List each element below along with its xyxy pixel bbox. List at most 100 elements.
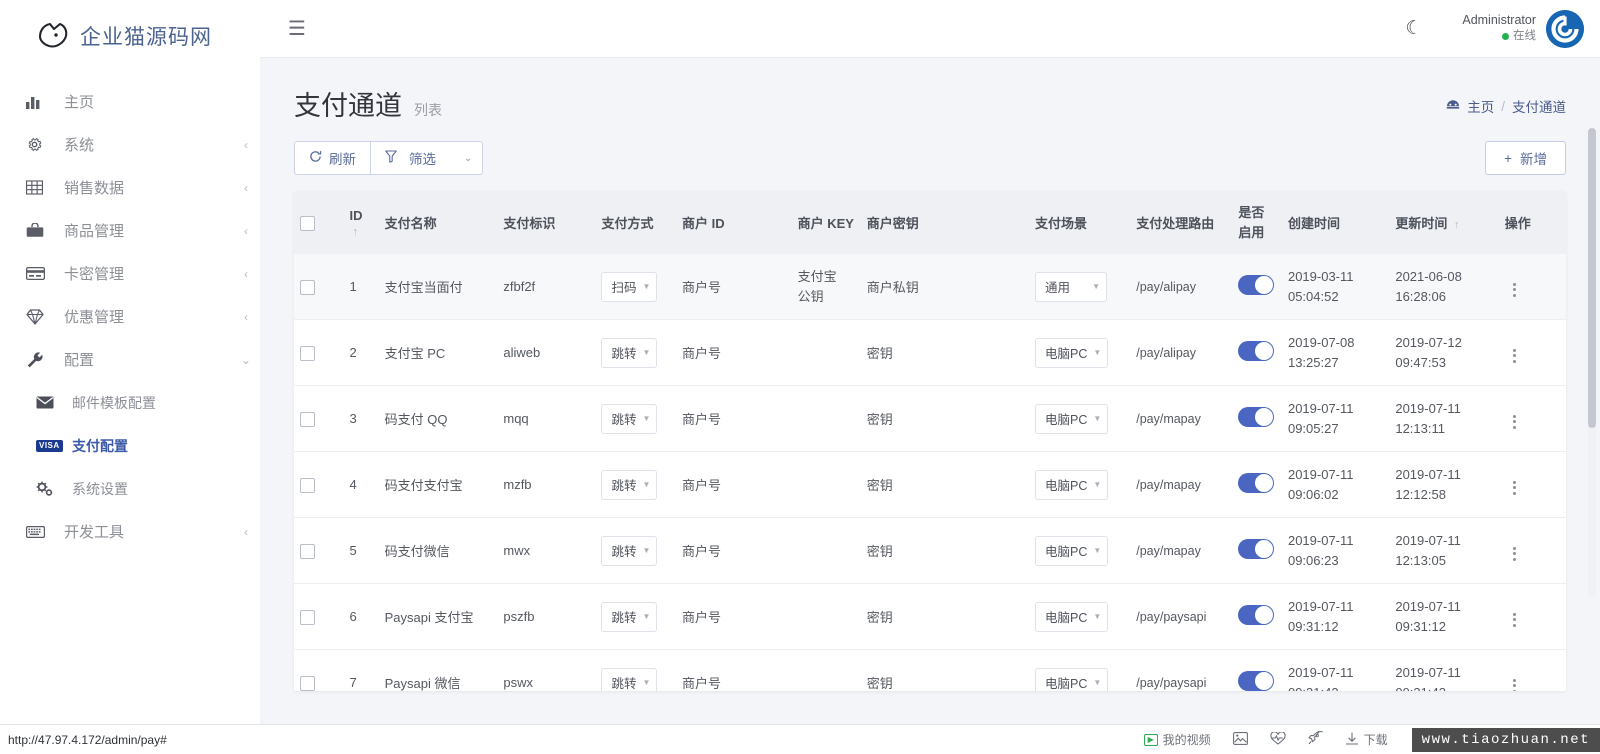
- table-row[interactable]: 2 支付宝 PC aliweb 跳转 ▼ 商户号 密钥 电脑PC ▼ /pay/al…: [294, 319, 1566, 386]
- select-all-checkbox[interactable]: [300, 215, 315, 231]
- page-scrollbar-thumb[interactable]: [1588, 128, 1596, 428]
- scene-select[interactable]: 电脑PC ▼: [1035, 403, 1109, 434]
- scene-select[interactable]: 电脑PC ▼: [1035, 469, 1109, 500]
- sidebar-item-home[interactable]: 主页: [0, 80, 260, 123]
- col-code[interactable]: 支付标识: [497, 191, 596, 254]
- method-select[interactable]: 跳转 ▼: [601, 601, 658, 632]
- moon-icon[interactable]: ☾: [1405, 17, 1422, 40]
- row-checkbox[interactable]: [300, 477, 315, 493]
- table-row[interactable]: 6 Paysapi 支付宝 pszfb 跳转 ▼ 商户号 密钥 电脑PC ▼ /pa…: [294, 583, 1566, 650]
- table-row[interactable]: 3 码支付 QQ mqq 跳转 ▼ 商户号 密钥 电脑PC ▼ /pay/mapay…: [294, 385, 1566, 452]
- tray-item-heartbeat[interactable]: [1270, 730, 1286, 748]
- row-checkbox[interactable]: [300, 609, 315, 625]
- col-merchant-id[interactable]: 商户 ID: [675, 191, 792, 254]
- sidebar-item-config[interactable]: 配置 ⌄: [0, 338, 260, 381]
- enabled-toggle[interactable]: [1238, 341, 1275, 361]
- brand[interactable]: 企业猫源码网: [0, 0, 260, 72]
- table-grid-icon: [26, 180, 52, 195]
- table-row[interactable]: 5 码支付微信 mwx 跳转 ▼ 商户号 密钥 电脑PC ▼ /pay/mapay …: [294, 517, 1566, 584]
- row-actions-menu-icon[interactable]: [1505, 280, 1524, 300]
- col-merchant-secret[interactable]: 商户密钥: [860, 191, 1030, 254]
- row-actions-menu-icon[interactable]: [1505, 676, 1524, 691]
- col-enabled[interactable]: 是否 启用: [1232, 191, 1282, 254]
- col-route[interactable]: 支付处理路由: [1130, 191, 1233, 254]
- sidebar-item-goods[interactable]: 商品管理 ‹: [0, 209, 260, 252]
- hamburger-icon[interactable]: ☰: [282, 15, 312, 43]
- breadcrumb-current[interactable]: 支付通道: [1512, 96, 1566, 116]
- tray-item-download[interactable]: 下载: [1345, 731, 1388, 748]
- row-actions-menu-icon[interactable]: [1505, 346, 1524, 366]
- sidebar-item-label: 配置: [64, 352, 95, 369]
- row-actions-menu-icon[interactable]: [1505, 412, 1524, 432]
- col-method[interactable]: 支付方式: [595, 191, 676, 254]
- sidebar-item-email-template[interactable]: 邮件模板配置: [0, 381, 260, 424]
- sidebar-item-pay-config[interactable]: VISA 支付配置: [0, 424, 260, 467]
- cell-updated: 2019-07-12 09:47:53: [1389, 319, 1499, 386]
- enabled-toggle[interactable]: [1238, 473, 1275, 493]
- cell-merchant-secret: 密钥: [860, 319, 1030, 386]
- sidebar-item-system[interactable]: 系统 ‹: [0, 123, 260, 166]
- scene-select[interactable]: 电脑PC ▼: [1035, 667, 1109, 691]
- row-checkbox[interactable]: [300, 543, 315, 559]
- sidebar-item-dev-tools[interactable]: 开发工具 ‹: [0, 510, 260, 553]
- col-created[interactable]: 创建时间: [1281, 191, 1390, 254]
- col-merchant-key[interactable]: 商户 KEY: [791, 191, 861, 254]
- enabled-toggle[interactable]: [1238, 539, 1275, 559]
- method-select[interactable]: 跳转 ▼: [601, 667, 658, 691]
- table-row[interactable]: 7 Paysapi 微信 pswx 跳转 ▼ 商户号 密钥 电脑PC ▼ /pay/…: [294, 649, 1566, 691]
- row-checkbox[interactable]: [300, 411, 315, 427]
- sidebar-item-system-settings[interactable]: 系统设置: [0, 467, 260, 510]
- enabled-toggle[interactable]: [1238, 671, 1275, 691]
- user-menu[interactable]: Administrator 在线: [1462, 9, 1590, 48]
- cell-merchant-secret: 商户私钥: [860, 254, 1030, 320]
- page-title-wrap: 支付通道 列表: [294, 84, 442, 123]
- sidebar-item-card-secret[interactable]: 卡密管理 ‹: [0, 252, 260, 295]
- refresh-button[interactable]: 刷新: [294, 141, 371, 175]
- tray-item-my-video[interactable]: ▶ 我的视频: [1143, 731, 1211, 748]
- breadcrumb-home[interactable]: 主页: [1467, 96, 1494, 116]
- row-checkbox[interactable]: [300, 345, 315, 361]
- table-head: ID ↑ 支付名称 支付标识 支付方式 商户 ID 商户 KEY 商户密钥 支付…: [294, 191, 1566, 254]
- col-name[interactable]: 支付名称: [378, 191, 498, 254]
- scene-select[interactable]: 通用 ▼: [1035, 271, 1108, 302]
- cell-route: /pay/mapay: [1130, 517, 1233, 584]
- filter-button[interactable]: 筛选 ⌄: [371, 141, 484, 175]
- method-select[interactable]: 跳转 ▼: [601, 337, 658, 368]
- col-scene[interactable]: 支付场景: [1029, 191, 1131, 254]
- cell-enabled: [1232, 517, 1282, 584]
- col-updated-label: 更新时间: [1395, 216, 1448, 231]
- sidebar-item-label: 卡密管理: [64, 266, 125, 283]
- tray-item-label: 下载: [1363, 733, 1388, 747]
- scene-select[interactable]: 电脑PC ▼: [1035, 601, 1109, 632]
- row-actions-menu-icon[interactable]: [1505, 610, 1524, 630]
- row-actions-menu-icon[interactable]: [1505, 544, 1524, 564]
- scene-select[interactable]: 电脑PC ▼: [1035, 535, 1109, 566]
- row-checkbox[interactable]: [300, 675, 315, 691]
- enabled-toggle[interactable]: [1238, 605, 1275, 625]
- watermark: www.tiaozhuan.net: [1411, 727, 1600, 752]
- page-scrollbar[interactable]: [1588, 128, 1596, 598]
- sidebar-item-promotion[interactable]: 优惠管理 ‹: [0, 295, 260, 338]
- table-row[interactable]: 4 码支付支付宝 mzfb 跳转 ▼ 商户号 密钥 电脑PC ▼ /pay/mapa…: [294, 451, 1566, 518]
- dashboard-icon: [1446, 99, 1460, 114]
- col-updated[interactable]: 更新时间 ↑: [1389, 191, 1499, 254]
- method-select[interactable]: 跳转 ▼: [601, 469, 658, 500]
- method-select[interactable]: 跳转 ▼: [601, 535, 658, 566]
- row-actions-menu-icon[interactable]: [1505, 478, 1524, 498]
- table-row[interactable]: 1 支付宝当面付 zfbf2f 扫码 ▼ 商户号 支付宝 公钥 商户私钥 通用 ▼ …: [294, 254, 1566, 320]
- tray-item-image[interactable]: [1232, 731, 1248, 748]
- enabled-toggle[interactable]: [1238, 275, 1275, 295]
- sidebar-item-sales-data[interactable]: 销售数据 ‹: [0, 166, 260, 209]
- cell-merchant-key: [791, 517, 861, 584]
- row-checkbox[interactable]: [300, 279, 315, 295]
- method-select[interactable]: 扫码 ▼: [601, 271, 658, 302]
- add-button[interactable]: + 新增: [1485, 141, 1566, 175]
- col-id[interactable]: ID ↑: [343, 191, 379, 254]
- caret-down-icon: ▼: [642, 678, 651, 687]
- avatar[interactable]: [1546, 9, 1584, 48]
- tray-item-rocket[interactable]: [1307, 727, 1323, 748]
- cell-id: 4: [343, 451, 379, 518]
- method-select[interactable]: 跳转 ▼: [601, 403, 658, 434]
- scene-select[interactable]: 电脑PC ▼: [1035, 337, 1109, 368]
- enabled-toggle[interactable]: [1238, 407, 1275, 427]
